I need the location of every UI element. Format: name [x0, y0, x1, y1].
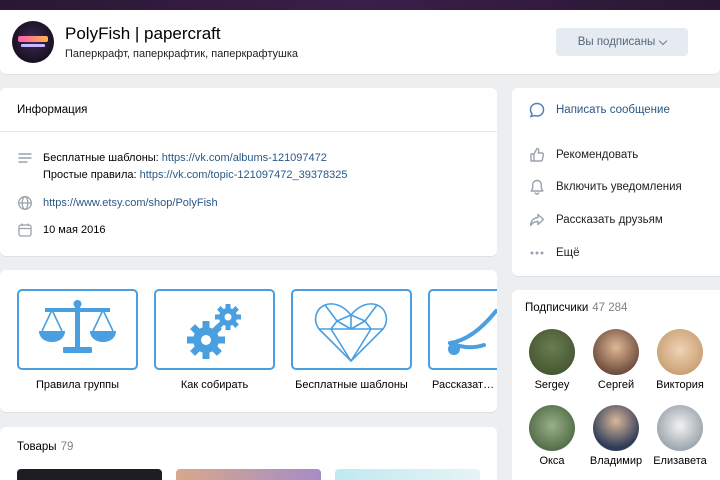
description-line-1: Бесплатные шаблоны: https://vk.com/album… [43, 150, 348, 167]
subscribed-button[interactable]: Вы подписаны [556, 28, 688, 56]
goods-heading: Товары 79 [17, 441, 73, 453]
description-line-2: Простые правила: https://vk.com/topic-12… [43, 167, 348, 184]
tell-friends-button[interactable]: Рассказать друзьям [528, 211, 663, 229]
gears-icon [187, 304, 241, 359]
description-row: Бесплатные шаблоны: https://vk.com/album… [17, 150, 348, 184]
links-block: Правила группы Как собирать Бесплатные ш… [0, 270, 497, 412]
website-row: https://www.etsy.com/shop/PolyFish [17, 195, 218, 212]
description-label-1: Бесплатные шаблоны: [43, 152, 162, 164]
member-name: Сергей [597, 379, 635, 391]
goods-item[interactable] [335, 469, 480, 480]
description-label-2: Простые правила: [43, 169, 140, 181]
member-card[interactable]: Владимир [585, 405, 647, 467]
member-name: Елизавета [653, 455, 707, 467]
avatar [657, 329, 703, 375]
member-card[interactable]: Sergey [521, 329, 583, 391]
info-block: Информация Бесплатные шаблоны: https://v… [0, 88, 497, 256]
member-name: Sergey [534, 379, 570, 391]
share-arrow-icon [448, 309, 497, 355]
notifications-button[interactable]: Включить уведомления [528, 178, 682, 196]
more-icon [530, 251, 544, 255]
member-card[interactable]: Окса [521, 405, 583, 467]
member-name: Виктория [656, 379, 704, 391]
group-title: PolyFish | papercraft [65, 24, 221, 43]
group-avatar[interactable] [12, 21, 54, 63]
tile-tell-friends-label: Рассказать друзьям [432, 379, 497, 391]
recommend-label: Рекомендовать [556, 149, 639, 161]
avatar [593, 329, 639, 375]
tile-tell-friends[interactable] [428, 289, 497, 370]
date-row: 10 мая 2016 [17, 222, 105, 239]
actions-block: Написать сообщение Рекомендовать Включит… [512, 88, 720, 276]
message-icon [529, 102, 545, 118]
goods-item[interactable] [176, 469, 321, 480]
subscribers-block: Подписчики 47 284 Sergey Сергей Виктория … [512, 290, 720, 480]
notifications-label: Включить уведомления [556, 181, 682, 193]
more-button[interactable]: Ещё [528, 244, 580, 262]
avatar [593, 405, 639, 451]
tile-rules-label: Правила группы [35, 379, 120, 391]
recommend-button[interactable]: Рекомендовать [528, 146, 638, 164]
albums-link[interactable]: https://vk.com/albums-121097472 [162, 152, 327, 164]
logo-mark [18, 36, 48, 42]
member-name: Окса [539, 455, 565, 467]
write-message-button[interactable]: Написать сообщение [528, 101, 670, 119]
chevron-down-icon [659, 36, 668, 45]
poly-heart-icon [314, 303, 388, 362]
topic-link[interactable]: https://vk.com/topic-121097472_39378325 [140, 169, 348, 181]
member-card[interactable]: Виктория [649, 329, 711, 391]
group-status: Паперкрафт, паперкрафтик, паперкрафтушка [65, 48, 299, 60]
member-name: Владимир [589, 455, 643, 467]
tile-free-templates[interactable] [291, 289, 412, 370]
logo-underline [21, 44, 45, 47]
goods-count: 79 [60, 441, 74, 453]
globe-icon [18, 196, 32, 210]
website-link[interactable]: https://www.etsy.com/shop/PolyFish [43, 195, 218, 212]
member-card[interactable]: Елизавета [649, 405, 711, 467]
avatar [529, 329, 575, 375]
goods-item[interactable] [17, 469, 162, 480]
avatar [657, 405, 703, 451]
subscribed-label: Вы подписаны [577, 36, 656, 48]
group-header: PolyFish | papercraft Паперкрафт, паперк… [0, 10, 720, 74]
avatar [529, 405, 575, 451]
tile-rules[interactable] [17, 289, 138, 370]
member-card[interactable]: Сергей [585, 329, 647, 391]
bell-icon [530, 179, 544, 195]
description-icon [18, 153, 32, 163]
thumbs-up-icon [530, 147, 545, 162]
goods-title: Товары [17, 441, 57, 453]
tile-howto-label: Как собирать [180, 379, 249, 391]
share-icon [529, 213, 545, 227]
goods-block: Товары 79 [0, 427, 497, 480]
subscribers-count: 47 284 [592, 302, 628, 314]
calendar-icon [18, 223, 32, 237]
scales-icon [39, 300, 116, 353]
divider [0, 131, 497, 132]
tell-friends-label: Рассказать друзьям [556, 214, 663, 226]
subscribers-title: Подписчики [525, 302, 589, 314]
write-message-label: Написать сообщение [556, 104, 670, 116]
cover-strip [0, 0, 720, 10]
tile-howto[interactable] [154, 289, 275, 370]
subscribers-heading: Подписчики 47 284 [525, 302, 627, 314]
tile-free-templates-label: Бесплатные шаблоны [295, 379, 408, 391]
created-date: 10 мая 2016 [43, 224, 106, 236]
more-label: Ещё [556, 247, 580, 259]
info-heading: Информация [17, 104, 88, 116]
